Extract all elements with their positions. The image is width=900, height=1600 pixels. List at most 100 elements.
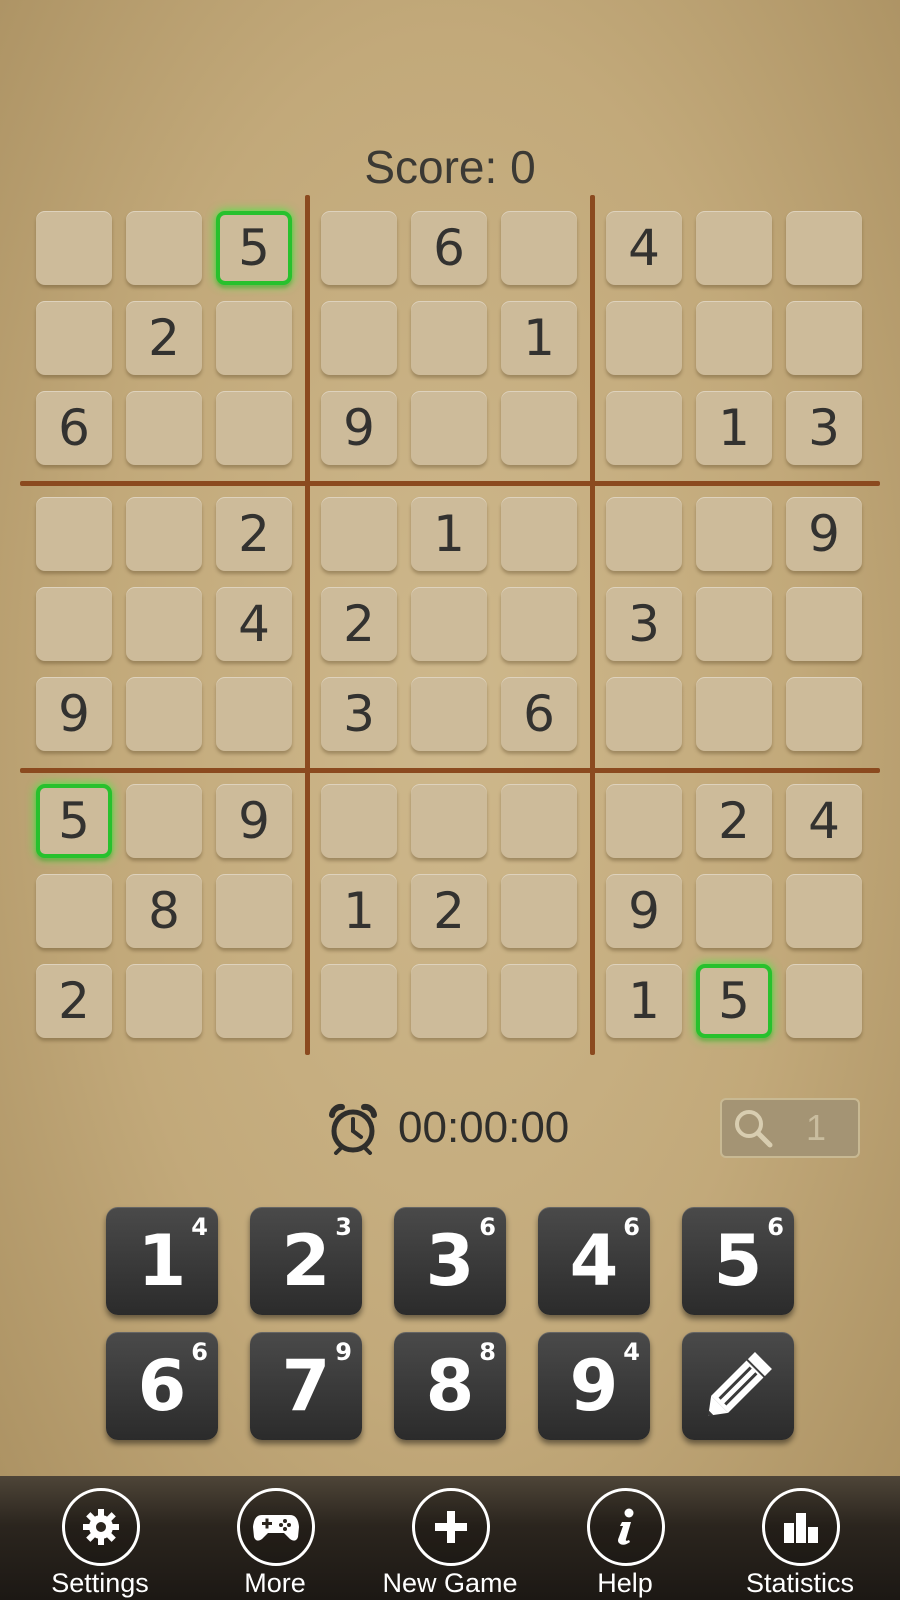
sudoku-cell[interactable]: 4 [216, 587, 292, 661]
nav-statistics[interactable]: Statistics [712, 1476, 888, 1600]
sudoku-cell[interactable]: 6 [501, 677, 577, 751]
sudoku-cell[interactable] [786, 677, 862, 751]
sudoku-cell[interactable] [36, 211, 112, 285]
sudoku-cell[interactable]: 2 [36, 964, 112, 1038]
sudoku-cell[interactable]: 9 [606, 874, 682, 948]
sudoku-cell[interactable]: 5 [696, 964, 772, 1038]
sudoku-cell[interactable] [501, 211, 577, 285]
sudoku-cell[interactable] [216, 964, 292, 1038]
sudoku-cell[interactable] [501, 784, 577, 858]
sudoku-cell[interactable]: 2 [216, 497, 292, 571]
sudoku-cell[interactable] [216, 677, 292, 751]
sudoku-cell[interactable]: 2 [696, 784, 772, 858]
sudoku-cell[interactable]: 6 [36, 391, 112, 465]
sudoku-cell[interactable] [606, 497, 682, 571]
sudoku-cell[interactable]: 3 [321, 677, 397, 751]
sudoku-cell[interactable] [216, 391, 292, 465]
sudoku-cell[interactable] [36, 497, 112, 571]
sudoku-cell[interactable]: 1 [501, 301, 577, 375]
sudoku-cell[interactable] [696, 677, 772, 751]
sudoku-cell[interactable]: 5 [36, 784, 112, 858]
sudoku-cell[interactable] [411, 784, 487, 858]
sudoku-cell[interactable] [696, 301, 772, 375]
sudoku-cell[interactable] [126, 587, 202, 661]
sudoku-cell[interactable] [696, 497, 772, 571]
sudoku-cell[interactable]: 3 [606, 587, 682, 661]
sudoku-cell[interactable] [411, 677, 487, 751]
sudoku-cell[interactable] [786, 587, 862, 661]
sudoku-cell[interactable]: 9 [216, 784, 292, 858]
hint-button[interactable]: 1 [720, 1098, 860, 1158]
sudoku-cell[interactable] [606, 301, 682, 375]
sudoku-cell[interactable]: 2 [411, 874, 487, 948]
pencil-button[interactable] [682, 1332, 794, 1440]
sudoku-cell[interactable]: 4 [606, 211, 682, 285]
sudoku-cell[interactable]: 8 [126, 874, 202, 948]
sudoku-cell[interactable] [126, 497, 202, 571]
nav-more[interactable]: More [187, 1476, 363, 1600]
number-key-9[interactable]: 94 [538, 1332, 650, 1440]
sudoku-cell[interactable] [411, 391, 487, 465]
sudoku-cell[interactable] [321, 497, 397, 571]
number-key-2[interactable]: 23 [250, 1207, 362, 1315]
sudoku-cell[interactable]: 9 [786, 497, 862, 571]
sudoku-cell[interactable] [696, 874, 772, 948]
nav-help[interactable]: Help [537, 1476, 713, 1600]
sudoku-cell[interactable] [36, 874, 112, 948]
sudoku-cell[interactable] [126, 964, 202, 1038]
sudoku-cell[interactable] [786, 211, 862, 285]
sudoku-cell[interactable] [696, 587, 772, 661]
nav-new-game[interactable]: New Game [362, 1476, 538, 1600]
number-key-4[interactable]: 46 [538, 1207, 650, 1315]
number-key-8[interactable]: 88 [394, 1332, 506, 1440]
sudoku-cell[interactable] [411, 587, 487, 661]
sudoku-cell[interactable]: 2 [126, 301, 202, 375]
sudoku-cell[interactable] [126, 677, 202, 751]
sudoku-cell[interactable] [321, 964, 397, 1038]
sudoku-cell[interactable]: 5 [216, 211, 292, 285]
sudoku-cell[interactable] [606, 391, 682, 465]
number-key-7[interactable]: 79 [250, 1332, 362, 1440]
sudoku-cell[interactable]: 9 [321, 391, 397, 465]
sudoku-cell[interactable] [411, 964, 487, 1038]
sudoku-cell[interactable] [501, 391, 577, 465]
sudoku-cell[interactable] [216, 301, 292, 375]
sudoku-cell[interactable] [501, 497, 577, 571]
sudoku-cell[interactable] [321, 211, 397, 285]
sudoku-cell[interactable] [786, 964, 862, 1038]
number-key-1[interactable]: 14 [106, 1207, 218, 1315]
sudoku-cell[interactable]: 1 [321, 874, 397, 948]
sudoku-cell[interactable]: 9 [36, 677, 112, 751]
sudoku-cell[interactable] [501, 587, 577, 661]
sudoku-cell[interactable]: 4 [786, 784, 862, 858]
sudoku-cell[interactable] [216, 874, 292, 948]
key-remaining-count: 6 [479, 1213, 496, 1241]
sudoku-cell[interactable]: 2 [321, 587, 397, 661]
sudoku-cell[interactable]: 1 [411, 497, 487, 571]
sudoku-cell[interactable] [501, 874, 577, 948]
sudoku-cell[interactable] [321, 301, 397, 375]
sudoku-cell[interactable]: 1 [696, 391, 772, 465]
number-key-6[interactable]: 66 [106, 1332, 218, 1440]
sudoku-cell[interactable]: 6 [411, 211, 487, 285]
sudoku-cell[interactable] [501, 964, 577, 1038]
sudoku-cell[interactable] [36, 301, 112, 375]
number-key-5[interactable]: 56 [682, 1207, 794, 1315]
sudoku-cell[interactable]: 1 [606, 964, 682, 1038]
key-remaining-count: 6 [767, 1213, 784, 1241]
sudoku-cell[interactable] [786, 874, 862, 948]
sudoku-cell[interactable]: 3 [786, 391, 862, 465]
sudoku-cell[interactable] [36, 587, 112, 661]
sudoku-cell[interactable] [696, 211, 772, 285]
sudoku-cell[interactable] [786, 301, 862, 375]
sudoku-cell[interactable] [126, 391, 202, 465]
sudoku-cell[interactable] [126, 211, 202, 285]
sudoku-cell[interactable] [411, 301, 487, 375]
nav-settings[interactable]: Settings [12, 1476, 188, 1600]
sudoku-cell[interactable] [606, 677, 682, 751]
nav-label: More [244, 1568, 306, 1598]
sudoku-cell[interactable] [126, 784, 202, 858]
sudoku-cell[interactable] [606, 784, 682, 858]
number-key-3[interactable]: 36 [394, 1207, 506, 1315]
sudoku-cell[interactable] [321, 784, 397, 858]
